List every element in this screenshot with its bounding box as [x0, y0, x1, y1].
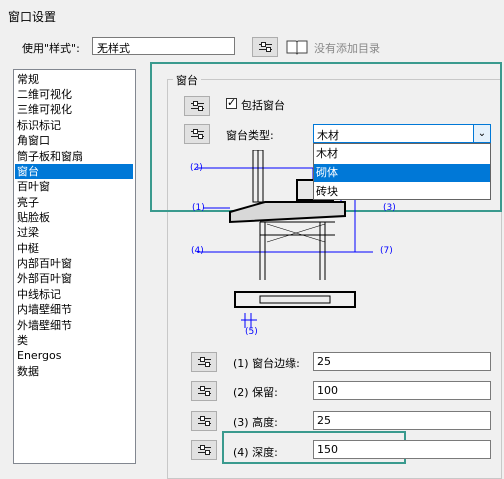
- sill-edge-value: 25: [317, 355, 331, 368]
- diagram-label-3: (3): [383, 203, 396, 213]
- list-item[interactable]: 中梃: [17, 241, 39, 256]
- include-sill-checkbox[interactable]: ✓: [226, 96, 237, 109]
- slider-settings-icon: [198, 445, 211, 455]
- slider-settings-icon: [191, 101, 204, 111]
- dialog-title: 窗口设置: [8, 10, 57, 24]
- list-item[interactable]: 贴脸板: [17, 210, 50, 225]
- depth-settings-button[interactable]: [191, 440, 217, 460]
- list-item[interactable]: 过梁: [17, 225, 39, 240]
- diagram-label-5: (5): [245, 327, 258, 337]
- list-item[interactable]: 类: [17, 333, 28, 348]
- slider-settings-icon: [198, 386, 211, 396]
- list-item[interactable]: 外部百叶窗: [17, 271, 72, 286]
- list-item[interactable]: 三维可视化: [17, 102, 72, 117]
- list-item[interactable]: 常规: [17, 72, 39, 87]
- sill-type-value: 木材: [317, 129, 339, 142]
- dropdown-option[interactable]: 木材: [314, 145, 490, 163]
- include-sill-settings-button[interactable]: [184, 96, 210, 116]
- list-item[interactable]: 筒子板和窗扇: [17, 149, 83, 164]
- toc-label: 没有添加目录: [314, 42, 380, 55]
- slider-settings-icon: [198, 416, 211, 426]
- diagram-label-4: (4): [191, 246, 204, 256]
- list-item[interactable]: 百叶窗: [17, 179, 50, 194]
- sill-type-dropdown[interactable]: 木材 砌体 砖块: [313, 143, 491, 200]
- chevron-down-icon[interactable]: ⌄: [473, 125, 490, 142]
- height-settings-button[interactable]: [191, 411, 217, 431]
- list-item[interactable]: Energos: [17, 348, 61, 363]
- style-settings-button[interactable]: [252, 37, 278, 57]
- param-label-reserve: (2) 保留:: [233, 386, 278, 399]
- depth-value: 150: [317, 443, 338, 456]
- sill-edge-settings-button[interactable]: [191, 352, 217, 372]
- list-item[interactable]: 亮子: [17, 195, 39, 210]
- slider-settings-icon: [259, 42, 272, 52]
- list-item[interactable]: 角窗口: [17, 133, 50, 148]
- dropdown-option[interactable]: 砖块: [314, 183, 490, 201]
- list-item[interactable]: 二维可视化: [17, 87, 72, 102]
- diagram-label-2: (2): [190, 163, 203, 173]
- style-label: 使用"样式":: [22, 42, 80, 55]
- list-item[interactable]: 数据: [17, 364, 39, 379]
- height-input[interactable]: 25: [313, 411, 491, 430]
- checkmark-icon: ✓: [227, 96, 237, 109]
- reserve-input[interactable]: 100: [313, 381, 491, 400]
- param-label-depth: (4) 深度:: [233, 446, 278, 459]
- dropdown-option-highlighted[interactable]: 砌体: [314, 164, 490, 182]
- depth-input[interactable]: 150: [313, 440, 491, 459]
- slider-settings-icon: [191, 129, 204, 139]
- list-item[interactable]: 内部百叶窗: [17, 256, 72, 271]
- sill-type-combo[interactable]: 木材 ⌄: [313, 124, 491, 143]
- slider-settings-icon: [198, 357, 211, 367]
- list-item[interactable]: 内墙壁细节: [17, 302, 72, 317]
- reserve-settings-button[interactable]: [191, 381, 217, 401]
- diagram-label-7: (7): [380, 246, 393, 256]
- height-value: 25: [317, 414, 331, 427]
- diagram-label-1: (1): [192, 203, 205, 213]
- list-item[interactable]: 标识标记: [17, 118, 61, 133]
- book-icon[interactable]: [286, 39, 308, 55]
- sill-type-label: 窗台类型:: [226, 129, 274, 142]
- param-label-height: (3) 高度:: [233, 416, 278, 429]
- style-select[interactable]: 无样式 ⌄: [92, 37, 235, 55]
- chevron-down-icon: ⌄: [97, 39, 106, 50]
- list-item[interactable]: 外墙壁细节: [17, 318, 72, 333]
- list-item-selected[interactable]: 窗台: [15, 164, 133, 179]
- include-sill-label: 包括窗台: [241, 99, 285, 112]
- reserve-value: 100: [317, 384, 338, 397]
- param-label-sill-edge: (1) 窗台边缘:: [233, 357, 300, 370]
- sill-type-settings-button[interactable]: [184, 124, 210, 144]
- sill-edge-input[interactable]: 25: [313, 352, 491, 371]
- list-item[interactable]: 中线标记: [17, 287, 61, 302]
- category-list[interactable]: 常规 二维可视化 三维可视化 标识标记 角窗口 筒子板和窗扇 窗台 百叶窗 亮子…: [13, 69, 136, 464]
